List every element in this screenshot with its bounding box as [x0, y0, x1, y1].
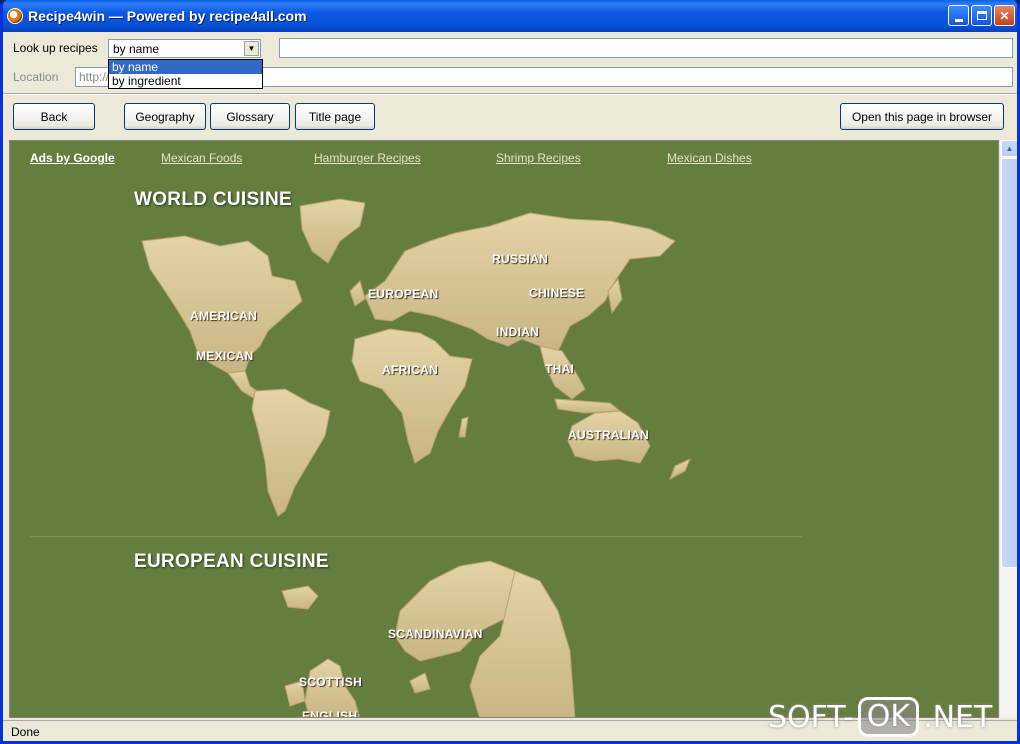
open-in-browser-button[interactable]: Open this page in browser [840, 103, 1004, 130]
watermark-logo: SOFT- OK .NET [768, 697, 992, 737]
close-button[interactable]: ✕ [994, 5, 1015, 26]
watermark-left: SOFT- [768, 699, 854, 735]
dropdown-option-by-name[interactable]: by name [109, 60, 262, 74]
title-page-button[interactable]: Title page [295, 103, 375, 130]
region-label-scottish[interactable]: SCOTTISH [299, 675, 362, 689]
scroll-up-button[interactable]: ▲ [1001, 140, 1017, 157]
dropdown-option-by-ingredient[interactable]: by ingredient [109, 74, 262, 88]
close-icon: ✕ [999, 8, 1010, 23]
lookup-mode-dropdown: by name by ingredient [108, 59, 263, 89]
lookup-mode-value: by name [113, 42, 160, 56]
watermark-right: .NET [923, 699, 993, 735]
minimize-button[interactable] [948, 5, 969, 26]
map-iceland [281, 585, 319, 610]
maximize-icon [976, 11, 987, 20]
vertical-scrollbar[interactable]: ▲ [999, 140, 1017, 718]
browser-content: Ads by Google Mexican Foods Hamburger Re… [9, 140, 999, 718]
europe-map[interactable] [10, 141, 999, 718]
lookup-label: Look up recipes [13, 41, 98, 55]
map-denmark [409, 672, 431, 694]
lookup-mode-select[interactable]: by name ▼ [108, 39, 261, 58]
back-button[interactable]: Back [13, 103, 95, 130]
title-bar[interactable]: Recipe4win — Powered by recipe4all.com ✕ [3, 0, 1017, 32]
chevron-up-icon: ▲ [1005, 144, 1014, 153]
window-controls: ✕ [948, 5, 1015, 26]
app-icon [7, 8, 23, 24]
scrollbar-thumb[interactable] [1001, 158, 1017, 568]
region-label-scandinavian[interactable]: SCANDINAVIAN [388, 627, 483, 641]
glossary-button[interactable]: Glossary [210, 103, 290, 130]
toolbar-divider [3, 93, 1017, 95]
app-window: Recipe4win — Powered by recipe4all.com ✕… [0, 0, 1020, 744]
watermark-ok: OK [857, 697, 920, 737]
region-label-english[interactable]: ENGLISH [302, 709, 357, 717]
search-input[interactable] [279, 38, 1013, 58]
minimize-icon [954, 18, 963, 22]
status-text: Done [11, 725, 40, 739]
maximize-button[interactable] [971, 5, 992, 26]
chevron-down-icon[interactable]: ▼ [244, 41, 259, 56]
window-title: Recipe4win — Powered by recipe4all.com [28, 8, 307, 24]
location-label: Location [13, 70, 59, 84]
toolbar-area: Look up recipes by name ▼ by name by ing… [3, 32, 1017, 138]
geography-button[interactable]: Geography [124, 103, 206, 130]
